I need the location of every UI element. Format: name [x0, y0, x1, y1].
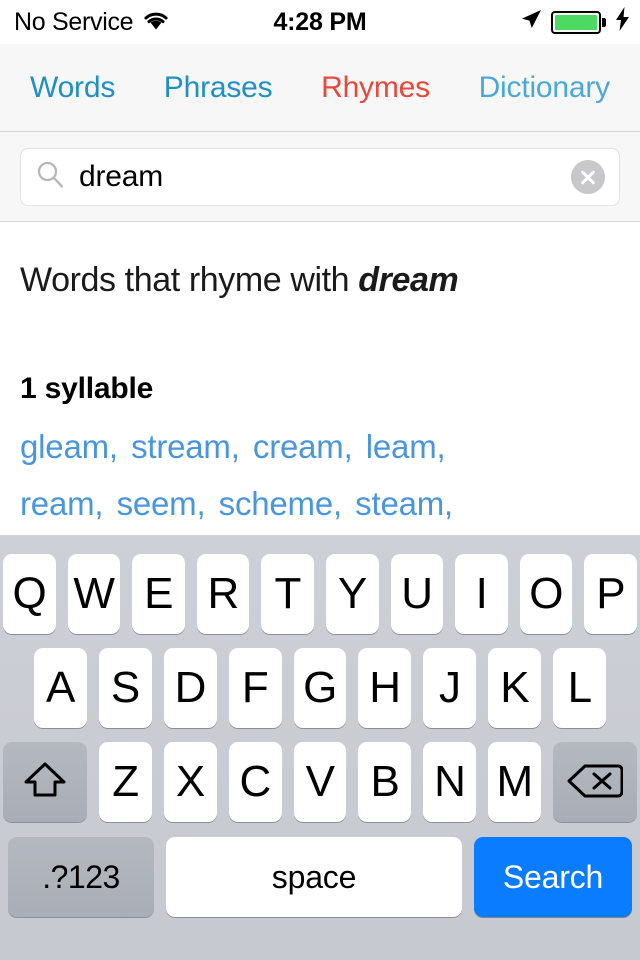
location-arrow-icon: [519, 7, 543, 38]
keyboard-row-2: A S D F G H J K L: [0, 641, 640, 735]
status-bar-left: No Service: [14, 7, 170, 38]
rhyme-word[interactable]: stream: [131, 428, 231, 465]
rhyme-row: gleam, stream, cream, leam,: [20, 422, 620, 479]
tab-words[interactable]: Words: [28, 67, 117, 109]
status-bar: No Service 4:28 PM: [0, 0, 640, 44]
word-separator: ,: [333, 485, 343, 522]
key-u[interactable]: U: [390, 554, 444, 634]
results-content: Words that rhyme with dream 1 syllable g…: [0, 223, 640, 535]
search-key[interactable]: Search: [474, 837, 632, 917]
key-s[interactable]: S: [98, 648, 152, 728]
status-bar-right: [519, 0, 630, 44]
rhyme-row: ream, seem, scheme, steam,: [20, 479, 620, 535]
key-v[interactable]: V: [293, 742, 347, 822]
word-separator: ,: [196, 485, 206, 522]
app-root: No Service 4:28 PM Words Phrases Rhymes …: [0, 0, 640, 960]
lightning-bolt-icon: [615, 6, 630, 38]
page-title-prefix: Words that rhyme with: [20, 261, 359, 299]
key-j[interactable]: J: [423, 648, 477, 728]
keyboard-row-3: Z X C V B N M: [0, 735, 640, 829]
battery-terminal: [602, 17, 606, 27]
key-p[interactable]: P: [584, 554, 637, 634]
key-h[interactable]: H: [358, 648, 412, 728]
key-d[interactable]: D: [163, 648, 217, 728]
rhyme-word[interactable]: steam: [355, 485, 444, 522]
key-i[interactable]: I: [455, 554, 508, 634]
search-icon: [35, 159, 65, 194]
key-k[interactable]: K: [488, 648, 542, 728]
rhyme-word[interactable]: leam: [366, 428, 437, 465]
key-n[interactable]: N: [423, 742, 477, 822]
wifi-icon: [142, 9, 170, 38]
space-key[interactable]: space: [166, 837, 462, 917]
key-y[interactable]: Y: [326, 554, 379, 634]
key-t[interactable]: T: [261, 554, 314, 634]
rhyme-word[interactable]: gleam: [20, 428, 109, 465]
page-title-term: dream: [358, 261, 459, 299]
rhyme-word[interactable]: ream: [20, 485, 95, 522]
key-r[interactable]: R: [196, 554, 250, 634]
key-x[interactable]: X: [163, 742, 217, 822]
key-w[interactable]: W: [67, 554, 121, 634]
search-input[interactable]: dream: [79, 162, 571, 192]
clear-circle-icon[interactable]: [571, 159, 605, 194]
section-heading-1-syllable: 1 syllable: [20, 372, 154, 405]
battery-body: [551, 10, 601, 34]
key-e[interactable]: E: [132, 554, 185, 634]
tab-dictionary[interactable]: Dictionary: [477, 67, 612, 109]
battery-fill: [555, 14, 597, 30]
tab-rhymes[interactable]: Rhymes: [319, 67, 432, 109]
key-c[interactable]: C: [228, 742, 282, 822]
tab-phrases[interactable]: Phrases: [162, 67, 275, 109]
tab-bar: Words Phrases Rhymes Dictionary: [0, 44, 640, 132]
rhyme-word[interactable]: seem: [117, 485, 197, 522]
key-g[interactable]: G: [293, 648, 347, 728]
key-b[interactable]: B: [358, 742, 412, 822]
search-bar: dream: [0, 132, 640, 222]
word-separator: ,: [230, 428, 240, 465]
rhyme-word-list: gleam, stream, cream, leam, ream, seem, schem…: [20, 422, 620, 535]
key-f[interactable]: F: [228, 648, 282, 728]
word-separator: ,: [444, 485, 454, 522]
word-separator: ,: [343, 428, 353, 465]
battery-icon: [551, 10, 606, 34]
rhyme-word[interactable]: cream: [253, 428, 344, 465]
onscreen-keyboard: Q W E R T Y U I O P A S D F G H J K L Z …: [0, 535, 640, 960]
carrier-label: No Service: [14, 7, 134, 36]
keyboard-row-4: .?123 space Search: [0, 829, 640, 925]
backspace-delete-icon: [567, 761, 624, 804]
key-z[interactable]: Z: [99, 742, 152, 822]
page-title: Words that rhyme with dream: [20, 261, 620, 300]
word-separator: ,: [94, 485, 104, 522]
keyboard-row-1: Q W E R T Y U I O P: [0, 547, 640, 641]
key-l[interactable]: L: [553, 648, 607, 728]
key-q[interactable]: Q: [3, 554, 56, 634]
key-a[interactable]: A: [34, 648, 87, 728]
delete-key[interactable]: [553, 742, 638, 822]
word-separator: ,: [108, 428, 119, 465]
shift-arrow-icon: [22, 760, 68, 805]
key-o[interactable]: O: [519, 554, 573, 634]
search-field[interactable]: dream: [20, 147, 620, 206]
key-m[interactable]: M: [488, 742, 542, 822]
word-separator: ,: [436, 428, 446, 465]
rhyme-word[interactable]: scheme: [219, 485, 334, 522]
numbers-key[interactable]: .?123: [8, 837, 154, 917]
shift-key[interactable]: [3, 742, 87, 822]
